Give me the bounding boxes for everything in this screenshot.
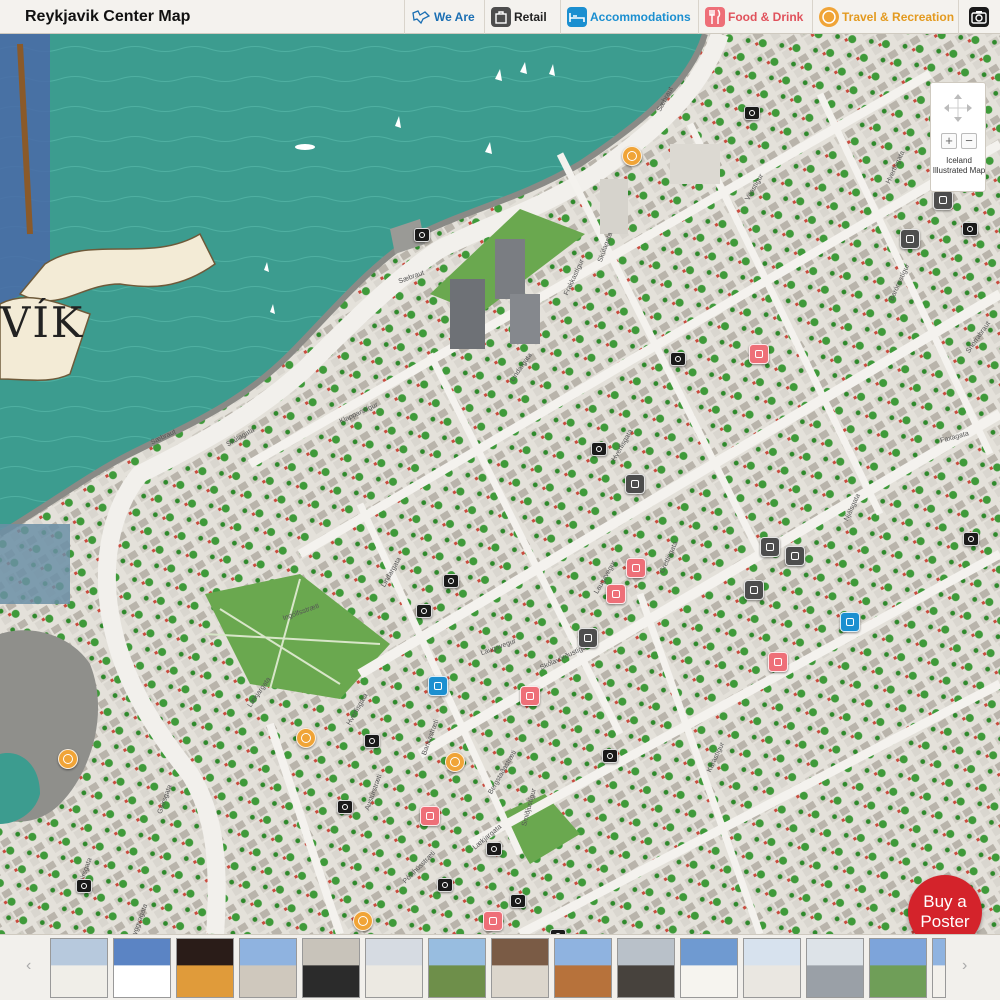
photo-thumbnail[interactable] — [365, 938, 423, 998]
poi-marker-camera-icon[interactable] — [443, 574, 459, 588]
poi-marker-camera-icon[interactable] — [416, 604, 432, 618]
nav-we-are-label: We Are — [434, 10, 475, 24]
strip-next-button[interactable]: › — [962, 957, 967, 975]
nav-retail[interactable]: Retail — [484, 0, 565, 34]
map-brand-link[interactable]: Iceland Illustrated Map — [931, 156, 987, 176]
photo-thumbnail[interactable] — [428, 938, 486, 998]
poi-marker-fork-knife-icon[interactable] — [768, 652, 788, 672]
camera-icon — [968, 7, 989, 27]
strip-prev-button[interactable]: ‹ — [26, 957, 31, 975]
poi-marker-camera-icon[interactable] — [510, 894, 526, 908]
buy-poster-label: Buy a Poster — [920, 892, 970, 931]
poi-marker-fork-knife-icon[interactable] — [749, 344, 769, 364]
iceland-flag-icon — [411, 7, 431, 27]
poi-marker-camera-icon[interactable] — [414, 228, 430, 242]
poi-marker-shopping-bag-icon[interactable] — [900, 229, 920, 249]
photo-thumbnail[interactable] — [50, 938, 108, 998]
banner-text: VÍK — [0, 298, 85, 347]
map-controls: + − Iceland Illustrated Map — [930, 82, 986, 192]
photo-thumbnail[interactable] — [176, 938, 234, 998]
nav-travel-recreation-label: Travel & Recreation — [842, 10, 955, 24]
bed-icon — [567, 7, 587, 27]
poi-marker-compass-icon[interactable] — [353, 911, 373, 931]
photo-thumbnail[interactable] — [743, 938, 801, 998]
poi-marker-camera-icon[interactable] — [437, 878, 453, 892]
fork-knife-icon — [705, 7, 725, 27]
top-bar: Reykjavik Center Map We Are Retail Accom… — [0, 0, 1000, 34]
poi-marker-camera-icon[interactable] — [670, 352, 686, 366]
poi-marker-fork-knife-icon[interactable] — [420, 806, 440, 826]
compass-icon — [819, 7, 839, 27]
pan-control[interactable] — [941, 91, 975, 125]
poi-marker-camera-icon[interactable] — [337, 800, 353, 814]
poi-marker-shopping-bag-icon[interactable] — [760, 537, 780, 557]
shopping-bag-icon — [491, 7, 511, 27]
poi-marker-fork-knife-icon[interactable] — [606, 584, 626, 604]
poi-marker-camera-icon[interactable] — [962, 222, 978, 236]
poi-marker-bed-icon[interactable] — [428, 676, 448, 696]
zoom-out-button[interactable]: − — [961, 133, 977, 149]
photo-strip: ‹ › — [0, 934, 1000, 1000]
photo-thumbnail[interactable] — [806, 938, 864, 998]
poi-marker-camera-icon[interactable] — [963, 532, 979, 546]
photo-thumbnail[interactable] — [113, 938, 171, 998]
photo-thumbnail[interactable] — [869, 938, 927, 998]
poi-marker-camera-icon[interactable] — [76, 879, 92, 893]
poi-marker-camera-icon[interactable] — [744, 106, 760, 120]
nav-retail-label: Retail — [514, 10, 547, 24]
nav-photos[interactable] — [958, 0, 1000, 34]
poi-marker-bed-icon[interactable] — [840, 612, 860, 632]
poi-marker-camera-icon[interactable] — [602, 749, 618, 763]
poi-marker-camera-icon[interactable] — [364, 734, 380, 748]
nav-accommodations[interactable]: Accommodations — [560, 0, 701, 34]
map-canvas[interactable]: VÍK Sæbraut Sæbraut Sæbraut Skúlagata Skúlag… — [0, 34, 1000, 934]
nav-food-drink-label: Food & Drink — [728, 10, 804, 24]
poi-marker-fork-knife-icon[interactable] — [520, 686, 540, 706]
harpa-building — [0, 524, 70, 604]
nav-accommodations-label: Accommodations — [590, 10, 691, 24]
poi-marker-camera-icon[interactable] — [486, 842, 502, 856]
poi-marker-compass-icon[interactable] — [622, 146, 642, 166]
poi-marker-shopping-bag-icon[interactable] — [625, 474, 645, 494]
poi-marker-fork-knife-icon[interactable] — [626, 558, 646, 578]
poi-marker-shopping-bag-icon[interactable] — [578, 628, 598, 648]
photo-thumbnail[interactable] — [554, 938, 612, 998]
photo-thumbnail[interactable] — [617, 938, 675, 998]
nav-travel-recreation[interactable]: Travel & Recreation — [812, 0, 963, 34]
photo-thumbnail[interactable] — [932, 938, 946, 998]
photo-thumbnail[interactable] — [680, 938, 738, 998]
poi-marker-shopping-bag-icon[interactable] — [744, 580, 764, 600]
nav-we-are[interactable]: We Are — [404, 0, 487, 34]
poi-marker-fork-knife-icon[interactable] — [483, 911, 503, 931]
poi-marker-camera-icon[interactable] — [591, 442, 607, 456]
app-title: Reykjavik Center Map — [25, 8, 191, 25]
photo-thumbnail[interactable] — [239, 938, 297, 998]
nav-food-drink[interactable]: Food & Drink — [698, 0, 815, 34]
zoom-in-button[interactable]: + — [941, 133, 957, 149]
poi-marker-shopping-bag-icon[interactable] — [785, 546, 805, 566]
poi-marker-compass-icon[interactable] — [445, 752, 465, 772]
poi-marker-shopping-bag-icon[interactable] — [933, 190, 953, 210]
photo-thumbnail[interactable] — [491, 938, 549, 998]
pan-arrows-icon — [944, 94, 972, 122]
poi-marker-compass-icon[interactable] — [296, 728, 316, 748]
photo-thumbnail[interactable] — [302, 938, 360, 998]
poi-marker-compass-icon[interactable] — [58, 749, 78, 769]
